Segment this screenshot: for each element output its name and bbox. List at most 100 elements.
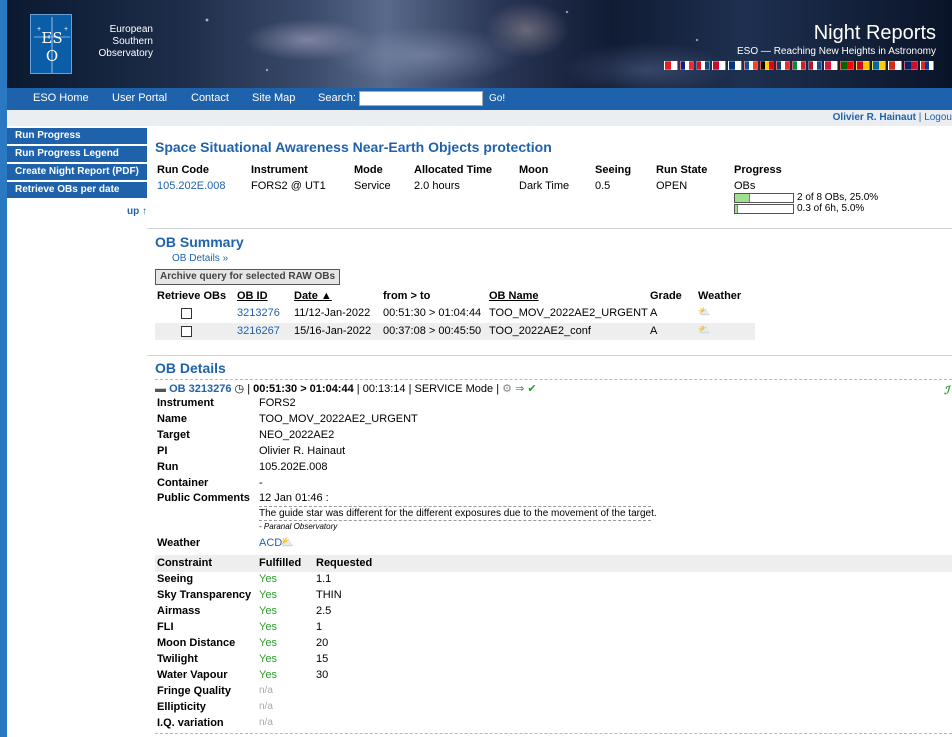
detail-value: Olivier R. Hainaut <box>259 445 346 457</box>
constraint-col-requested: Requested <box>316 557 373 569</box>
progress-label: OBs <box>734 180 756 192</box>
search-input[interactable] <box>359 91 483 106</box>
flag-icon[interactable] <box>760 61 774 70</box>
col-seeing: Seeing <box>595 164 632 176</box>
run-allocated-time: 2.0 hours <box>414 180 460 192</box>
col-instrument: Instrument <box>251 164 308 176</box>
flag-icon[interactable] <box>808 61 822 70</box>
detail-value: TOO_MOV_2022AE2_URGENT <box>259 413 418 425</box>
ob-name: TOO_MOV_2022AE2_URGENT <box>489 307 648 319</box>
detail-label: Run <box>157 461 179 473</box>
constraint-requested: 30 <box>316 669 329 681</box>
flag-icon[interactable] <box>744 61 758 70</box>
col-grade: Grade <box>650 290 682 302</box>
flag-icon[interactable] <box>680 61 694 70</box>
flag-icon[interactable] <box>872 61 886 70</box>
run-instrument: FORS2 @ UT1 <box>251 180 326 192</box>
col-date[interactable]: Date ▲ <box>294 290 332 302</box>
constraint-name: Water Vapour <box>157 669 228 681</box>
run-code-link[interactable]: 105.202E.008 <box>157 180 226 192</box>
org-name-line: Southern <box>112 36 153 47</box>
site-tagline: ESO — Reaching New Heights in Astronomy <box>737 46 936 57</box>
nav-site-map[interactable]: Site Map <box>252 92 295 104</box>
ob-id-link[interactable]: 3213276 <box>237 307 280 319</box>
flag-icon[interactable] <box>664 61 678 70</box>
sidebar-item-retrieve-obs[interactable]: Retrieve OBs per date <box>7 182 147 200</box>
constraint-requested: 2.5 <box>316 605 332 617</box>
nav-contact[interactable]: Contact <box>191 92 229 104</box>
col-mode: Mode <box>354 164 383 176</box>
flag-icon[interactable] <box>824 61 838 70</box>
ob-details-link[interactable]: OB Details » <box>172 253 228 264</box>
search-label: Search: <box>318 92 356 104</box>
ob-grade: A <box>650 307 658 319</box>
ob-detail-time-range: 00:51:30 > 01:04:44 <box>253 383 354 395</box>
col-from-to: from > to <box>383 290 431 302</box>
constraint-fulfilled: Yes <box>259 589 277 601</box>
col-progress: Progress <box>734 164 782 176</box>
col-ob-id[interactable]: OB ID <box>237 290 268 302</box>
ob-date: 11/12-Jan-2022 <box>294 307 371 319</box>
ob-grade: A <box>650 325 658 337</box>
user-info: Olivier R. Hainaut | Logou <box>833 112 952 123</box>
weather-value-link[interactable]: ACD <box>259 537 282 549</box>
constraint-requested: 1 <box>316 621 323 633</box>
flag-icon[interactable] <box>712 61 726 70</box>
user-bar: Olivier R. Hainaut | Logou <box>7 110 952 126</box>
constraint-name: I.Q. variation <box>157 717 224 729</box>
col-moon: Moon <box>519 164 549 176</box>
run-moon: Dark Time <box>519 180 570 192</box>
col-ob-name[interactable]: OB Name <box>489 290 539 302</box>
progress-fill-obs <box>735 194 750 202</box>
ob-detail-link[interactable]: OB 3213276 <box>169 383 231 395</box>
go-button[interactable]: Go! <box>489 93 505 104</box>
flag-icon[interactable] <box>696 61 710 70</box>
retrieve-checkbox[interactable] <box>181 326 192 337</box>
constraint-name: Twilight <box>157 653 198 665</box>
flag-icon[interactable] <box>728 61 742 70</box>
user-separator: | <box>918 112 922 123</box>
flag-icon[interactable] <box>792 61 806 70</box>
flag-icon[interactable] <box>776 61 790 70</box>
ob-summary-title: OB Summary <box>155 234 244 250</box>
eso-logo[interactable]: ES O + + <box>30 14 72 74</box>
flag-icon[interactable] <box>904 61 918 70</box>
run-title: Space Situational Awareness Near-Earth O… <box>155 139 552 155</box>
constraint-name: FLI <box>157 621 174 633</box>
sidebar-item-create-night-report[interactable]: Create Night Report (PDF) <box>7 164 147 182</box>
retrieve-checkbox[interactable] <box>181 308 192 319</box>
ob-details-title: OB Details <box>155 360 226 376</box>
flag-icon[interactable] <box>840 61 854 70</box>
flag-icon[interactable] <box>856 61 870 70</box>
constraint-fulfilled: Yes <box>259 653 277 665</box>
detail-label: Instrument <box>157 397 214 409</box>
nav-eso-home[interactable]: ESO Home <box>33 92 89 104</box>
constraint-fulfilled: n/a <box>259 717 273 728</box>
progress-bar-obs <box>734 193 794 203</box>
flag-icon[interactable] <box>888 61 902 70</box>
constraint-name: Airmass <box>157 605 201 617</box>
archive-query-button[interactable]: Archive query for selected RAW OBs <box>155 269 341 285</box>
comment-text: The guide star was different for the dif… <box>259 506 657 521</box>
svg-text:+: + <box>64 26 68 33</box>
flag-icon[interactable] <box>920 61 934 70</box>
col-retrieve-obs: Retrieve OBs <box>157 290 227 302</box>
weather-icon: ⛅ <box>698 325 711 336</box>
constraint-requested: 1.1 <box>316 573 332 585</box>
language-flags <box>664 61 934 70</box>
constraint-fulfilled: Yes <box>259 669 277 681</box>
logout-link[interactable]: Logou <box>924 112 952 123</box>
user-name[interactable]: Olivier R. Hainaut <box>833 112 916 123</box>
detail-label: PI <box>157 445 168 457</box>
top-navigation: ESO Home User Portal Contact Site Map Se… <box>7 88 952 110</box>
gear-icon: ⚙ <box>502 383 512 395</box>
ob-id-link[interactable]: 3216267 <box>237 325 280 337</box>
progress-bar-hours <box>734 204 794 214</box>
nav-user-portal[interactable]: User Portal <box>112 92 167 104</box>
detail-value: 105.202E.008 <box>259 461 328 473</box>
sidebar-item-run-progress-legend[interactable]: Run Progress Legend <box>7 146 147 164</box>
ob-detail-rest: | 00:13:14 | SERVICE Mode | <box>356 383 500 395</box>
sidebar-item-run-progress[interactable]: Run Progress <box>7 128 147 146</box>
col-run-state: Run State <box>656 164 708 176</box>
up-link[interactable]: up ↑ <box>127 206 147 217</box>
